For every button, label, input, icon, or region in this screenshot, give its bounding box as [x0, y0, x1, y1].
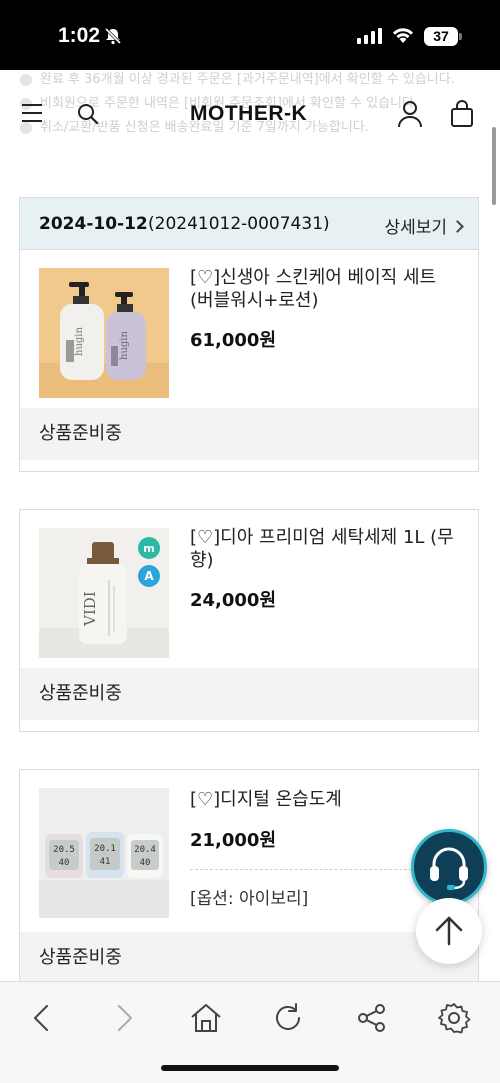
order-status: 상품준비중	[20, 932, 478, 984]
svg-text:A: A	[144, 569, 154, 583]
order-status: 상품준비중	[20, 668, 478, 720]
product-image-detergent[interactable]: VIDI m A	[39, 528, 169, 658]
battery-icon: 37	[424, 27, 458, 46]
forward-icon[interactable]	[106, 1000, 142, 1036]
product-title[interactable]: [♡]디아 프리미엄 세탁세제 1L (무향)	[190, 526, 465, 572]
product-title[interactable]: [♡]신생아 스킨케어 베이직 세트 (버블워시+로션)	[190, 266, 465, 312]
site-logo[interactable]: MOTHER-K	[190, 102, 307, 126]
product-image-skincare-set[interactable]: hugin hugin	[39, 268, 169, 398]
user-icon[interactable]	[397, 100, 423, 132]
arrow-up-icon	[435, 916, 463, 946]
order-number: (20241012-0007431)	[148, 214, 330, 234]
status-time: 1:02	[58, 24, 101, 47]
settings-gear-icon[interactable]	[436, 1000, 472, 1036]
svg-text:41: 41	[100, 857, 111, 867]
cellular-signal-icon	[357, 28, 383, 48]
menu-icon[interactable]	[22, 104, 42, 122]
svg-text:VIDI: VIDI	[81, 591, 99, 627]
svg-text:40: 40	[59, 858, 70, 868]
product-price: 24,000원	[190, 590, 277, 611]
scrollbar[interactable]	[492, 127, 496, 205]
svg-text:m: m	[143, 542, 154, 555]
product-price: 61,000원	[190, 330, 277, 351]
scroll-to-top-button[interactable]	[416, 898, 482, 964]
product-title[interactable]: [♡]디지털 온습도계	[190, 788, 465, 811]
order-detail-link[interactable]: 상세보기	[384, 213, 464, 238]
site-header: MOTHER-K	[0, 94, 500, 134]
order-date: 2024-10-12	[39, 214, 148, 234]
svg-text:40: 40	[140, 858, 151, 868]
order-item-card: hugin hugin [♡]신생아 스킨케어 베이직 세트 (버블워시+로션)…	[19, 249, 479, 472]
shopping-bag-icon[interactable]	[450, 100, 474, 132]
share-icon[interactable]	[354, 1000, 390, 1036]
svg-text:20.1: 20.1	[94, 844, 116, 854]
status-bar: 1:02 37	[0, 0, 500, 70]
bell-off-icon	[104, 27, 122, 49]
info-icon	[20, 74, 32, 86]
home-icon[interactable]	[188, 1000, 224, 1036]
search-icon[interactable]	[76, 102, 100, 130]
product-option: [옵션: 아이보리]	[190, 889, 309, 909]
customer-support-button[interactable]	[411, 829, 487, 905]
battery-tip	[459, 33, 462, 40]
svg-text:hugin: hugin	[119, 331, 130, 360]
order-item-card: VIDI m A [♡]디아 프리미엄 세탁세제 1L (무향) 24,000원…	[19, 509, 479, 732]
product-image-thermometer[interactable]: 20.5 40 20.1 41 20.4 40	[39, 788, 169, 918]
wifi-icon	[391, 26, 415, 48]
svg-text:hugin: hugin	[74, 327, 85, 356]
svg-text:20.5: 20.5	[53, 845, 75, 855]
chevron-right-icon	[451, 220, 464, 233]
svg-text:20.4: 20.4	[134, 845, 156, 855]
notice-item: 완료 후 36개월 이상 경과된 주문은 [과거주문내역]에서 확인할 수 있습…	[20, 72, 490, 96]
order-header: 2024-10-12 (20241012-0007431) 상세보기	[19, 197, 479, 249]
order-item-card: 20.5 40 20.1 41 20.4 40 [♡]디지털 온습도계 21,0…	[19, 769, 479, 1009]
headset-icon	[430, 847, 468, 890]
back-icon[interactable]	[24, 1000, 60, 1036]
product-price: 21,000원	[190, 830, 277, 851]
reload-icon[interactable]	[270, 1000, 306, 1036]
order-status: 상품준비중	[20, 408, 478, 460]
home-indicator	[161, 1065, 339, 1071]
